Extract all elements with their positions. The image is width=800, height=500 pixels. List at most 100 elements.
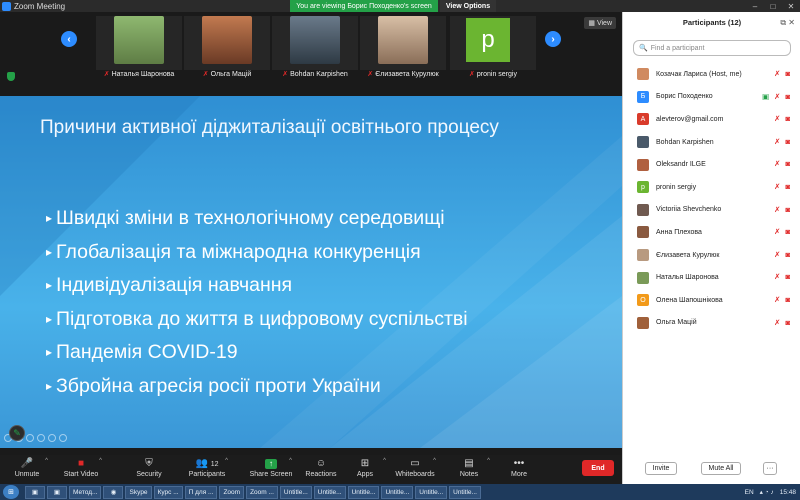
taskbar-window[interactable]: Untitle... <box>279 485 312 499</box>
view-options-button[interactable]: View Options <box>440 0 496 12</box>
taskbar-pinned-app[interactable]: ▣ <box>47 485 67 499</box>
notes-button[interactable]: ▤ Notes ^ <box>444 455 494 484</box>
taskbar-window[interactable]: Zoom <box>219 485 245 499</box>
taskbar-pinned-app[interactable]: ▣ <box>25 485 45 499</box>
muted-mic-icon[interactable]: ✗ <box>774 114 785 123</box>
slide-menu-icon[interactable] <box>59 434 67 442</box>
muted-mic-icon: ✗ <box>282 71 289 78</box>
start-video-button[interactable]: ■ Start Video ^ <box>56 455 106 484</box>
participant-row[interactable]: Б Борис Походенко ▣✗◙ <box>623 86 800 109</box>
close-icon[interactable]: ✕ <box>788 18 795 27</box>
chevron-up-icon[interactable]: ^ <box>433 458 436 464</box>
taskbar-window[interactable]: Метод... <box>69 485 102 499</box>
participant-row[interactable]: Aalevterov@gmail.com ✗◙ <box>623 108 800 131</box>
minimize-icon[interactable]: – <box>746 0 764 12</box>
chevron-up-icon[interactable]: ^ <box>289 458 292 464</box>
zoom-tool-icon[interactable] <box>48 434 56 442</box>
grid-view-icon[interactable] <box>37 434 45 442</box>
muted-mic-icon[interactable]: ✗ <box>774 137 785 146</box>
unmute-button[interactable]: 🎤 Unmute ^ <box>2 455 52 484</box>
video-off-icon[interactable]: ◙ <box>785 137 795 146</box>
participant-row[interactable]: Bohdan Karpishen ✗◙ <box>623 131 800 154</box>
popout-icon[interactable]: ⧉ <box>780 18 786 27</box>
video-off-icon[interactable]: ◙ <box>785 250 795 259</box>
muted-mic-icon[interactable]: ✗ <box>774 318 785 327</box>
video-tile[interactable]: ✗ Наталья Шаронова <box>96 16 182 78</box>
whiteboards-button[interactable]: ▭ Whiteboards ^ <box>390 455 440 484</box>
video-tile[interactable]: ✗ Ольга Мацій <box>184 16 270 78</box>
taskbar-window[interactable]: Untitle... <box>381 485 414 499</box>
participants-button[interactable]: 👥 12 Participants ^ <box>182 455 232 484</box>
participant-row[interactable]: Ольга Мацій ✗◙ <box>623 312 800 335</box>
clock[interactable]: 15:48 <box>780 489 796 496</box>
pen-tool-icon[interactable] <box>26 434 34 442</box>
participant-row[interactable]: Victoriia Shevchenko ✗◙ <box>623 199 800 222</box>
video-tile[interactable]: p ✗ pronin sergiy <box>450 16 536 78</box>
chevron-up-icon[interactable]: ^ <box>383 458 386 464</box>
participant-row[interactable]: Анна Плехова ✗◙ <box>623 221 800 244</box>
annotate-pen-icon[interactable]: ✎ <box>9 425 25 441</box>
tray-icons[interactable]: ▴ ◔ ♪ <box>760 488 774 496</box>
taskbar-window[interactable]: Untitle... <box>449 485 481 499</box>
muted-mic-icon[interactable]: ✗ <box>774 69 785 78</box>
taskbar-pinned-app[interactable]: ◉ <box>103 485 124 499</box>
taskbar-window[interactable]: Курс ... <box>153 485 183 499</box>
video-tile[interactable]: ✗ Bohdan Karpishen <box>272 16 358 78</box>
chevron-up-icon[interactable]: ^ <box>99 458 102 464</box>
video-off-icon[interactable]: ◙ <box>785 92 795 101</box>
muted-mic-icon[interactable]: ✗ <box>774 227 785 236</box>
chevron-right-icon[interactable]: › <box>545 31 561 47</box>
taskbar-window[interactable]: Zoom ... <box>246 485 278 499</box>
video-off-icon[interactable]: ◙ <box>785 182 795 191</box>
video-off-icon[interactable]: ◙ <box>785 227 795 236</box>
end-meeting-button[interactable]: End <box>582 460 614 476</box>
security-button[interactable]: ⛨ Security <box>124 455 174 484</box>
view-button[interactable]: ▦ View <box>584 17 616 29</box>
invite-button[interactable]: Invite <box>645 462 677 475</box>
muted-mic-icon[interactable]: ✗ <box>774 272 785 281</box>
participant-row[interactable]: Єлизавета Курулюк ✗◙ <box>623 244 800 267</box>
video-off-icon[interactable]: ◙ <box>785 295 795 304</box>
muted-mic-icon[interactable]: ✗ <box>774 295 785 304</box>
video-off-icon[interactable]: ◙ <box>785 69 795 78</box>
participant-search-input[interactable]: 🔍 Find a participant <box>633 40 791 56</box>
more-button[interactable]: ••• More <box>494 455 544 484</box>
chevron-up-icon[interactable]: ^ <box>225 458 228 464</box>
mute-all-button[interactable]: Mute All <box>701 462 741 475</box>
video-off-icon[interactable]: ◙ <box>785 318 795 327</box>
taskbar-window[interactable]: П для ... <box>184 485 218 499</box>
muted-mic-icon[interactable]: ✗ <box>774 92 785 101</box>
chevron-up-icon[interactable]: ^ <box>45 458 48 464</box>
video-off-icon[interactable]: ◙ <box>785 272 795 281</box>
muted-mic-icon[interactable]: ✗ <box>774 250 785 259</box>
taskbar-window[interactable]: Skype <box>125 485 152 499</box>
participant-row[interactable]: Oleksandr ILGE ✗◙ <box>623 153 800 176</box>
participant-row[interactable]: Наталья Шаронова ✗◙ <box>623 266 800 289</box>
taskbar-window[interactable]: Untitle... <box>347 485 380 499</box>
avatar <box>637 158 649 171</box>
close-icon[interactable]: ✕ <box>782 0 800 12</box>
windows-start-icon[interactable]: ⊞ <box>3 485 19 499</box>
video-tile[interactable]: ✗ Єлизавета Курулюк <box>360 16 446 78</box>
muted-mic-icon[interactable]: ✗ <box>774 159 785 168</box>
muted-mic-icon[interactable]: ✗ <box>774 182 785 191</box>
participant-row[interactable]: Козачак Лариса (Host, me) ✗◙ <box>623 63 800 86</box>
reactions-button[interactable]: ☺ Reactions <box>296 455 346 484</box>
maximize-icon[interactable]: □ <box>764 0 782 12</box>
video-off-icon[interactable]: ◙ <box>785 159 795 168</box>
language-indicator[interactable]: EN <box>745 489 754 496</box>
participant-row[interactable]: p pronin sergiy ✗◙ <box>623 176 800 199</box>
encryption-shield-icon[interactable] <box>7 72 15 81</box>
share-screen-button[interactable]: ↑ Share Screen ^ <box>246 455 296 484</box>
chevron-up-icon[interactable]: ^ <box>487 458 490 464</box>
chevron-left-icon[interactable]: ‹ <box>61 31 77 47</box>
muted-mic-icon[interactable]: ✗ <box>774 205 785 214</box>
video-off-icon[interactable]: ◙ <box>785 114 795 123</box>
meeting-stage: ‹ ✗ Наталья Шаронова ✗ Ольга Мацій ✗ Bohdan… <box>0 12 622 456</box>
participant-row[interactable]: О Олена Шапошнікова ✗◙ <box>623 289 800 312</box>
taskbar-window[interactable]: Untitle... <box>313 485 346 499</box>
video-off-icon[interactable]: ◙ <box>785 205 795 214</box>
taskbar-window[interactable]: Untitle... <box>415 485 448 499</box>
more-options-button[interactable]: ··· <box>763 462 777 475</box>
apps-button[interactable]: ⊞ Apps ^ <box>340 455 390 484</box>
